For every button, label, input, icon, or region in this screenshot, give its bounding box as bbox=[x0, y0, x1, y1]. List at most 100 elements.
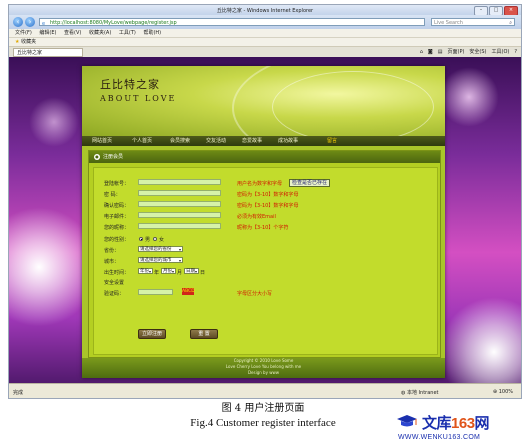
home-icon[interactable]: ⌂ bbox=[420, 49, 423, 56]
register-panel: ● 注册会员 登陆帐号： 用户名为数字和字母 检查是否已存在 密 码： 密码为【… bbox=[88, 150, 441, 358]
watermark-url: WWW.WENKU163.COM bbox=[398, 434, 481, 441]
graduation-cap-icon bbox=[397, 415, 417, 427]
nav-personal[interactable]: 个人首页 bbox=[132, 136, 152, 146]
tools-menu[interactable]: 工具(O) bbox=[492, 49, 510, 56]
reset-button[interactable]: 重 置 bbox=[190, 329, 218, 339]
menu-file[interactable]: 文件(F) bbox=[15, 29, 32, 37]
captcha-image[interactable]: ABCD bbox=[182, 288, 195, 295]
footer-design: Design by www bbox=[247, 370, 280, 375]
register-form: 登陆帐号： 用户名为数字和字母 检查是否已存在 密 码： 密码为【3-10】数字… bbox=[93, 167, 438, 355]
nav-member-search[interactable]: 会员搜索 bbox=[170, 136, 190, 146]
favorites-label: 收藏夹 bbox=[21, 39, 37, 45]
address-toolbar: ‹ › e http://localhost:8080/MyLove/webpa… bbox=[9, 15, 521, 29]
feed-icon[interactable]: ◙ bbox=[428, 49, 433, 56]
captcha-input[interactable] bbox=[138, 289, 173, 295]
gender-female-radio[interactable] bbox=[153, 237, 157, 241]
watermark-brand: 文库163网 bbox=[422, 412, 490, 433]
background-glow bbox=[439, 67, 499, 127]
email-label: 电子邮件： bbox=[104, 214, 130, 220]
search-box[interactable]: Live Search ⌕ bbox=[431, 18, 515, 26]
print-icon[interactable]: ▤ bbox=[438, 49, 443, 56]
province-select[interactable]: 请选择您的省份 ▾ bbox=[138, 246, 183, 252]
nav-activities[interactable]: 交友活动 bbox=[206, 136, 226, 146]
birth-year-select[interactable]: 年份 ▾ bbox=[138, 268, 153, 274]
globe-icon: ◍ bbox=[401, 390, 406, 396]
confirm-password-input[interactable] bbox=[138, 201, 221, 207]
help-icon[interactable]: ? bbox=[514, 49, 517, 56]
menu-edit[interactable]: 编辑(E) bbox=[39, 29, 56, 37]
gender-male-radio[interactable] bbox=[139, 237, 143, 241]
security-zone: ◍ 本地 Intranet bbox=[401, 389, 439, 396]
nickname-input[interactable] bbox=[138, 223, 221, 229]
menu-favorites[interactable]: 收藏夹(A) bbox=[89, 29, 111, 37]
address-bar[interactable]: e http://localhost:8080/MyLove/webpage/r… bbox=[39, 18, 425, 27]
browser-tab[interactable]: 丘比特之家 bbox=[13, 48, 83, 57]
menu-view[interactable]: 查看(V) bbox=[64, 29, 81, 37]
chevron-down-icon: ▾ bbox=[194, 269, 197, 274]
nav-guestbook[interactable]: 留言 bbox=[327, 136, 337, 146]
menu-help[interactable]: 帮助(H) bbox=[143, 29, 161, 37]
back-icon[interactable]: ‹ bbox=[13, 17, 23, 27]
email-input[interactable] bbox=[138, 212, 221, 218]
zoom-icon: ⊕ bbox=[492, 389, 498, 395]
security-section-label: 安全设置 bbox=[104, 280, 125, 286]
nav-home[interactable]: 网站首页 bbox=[92, 136, 112, 146]
site-title: 丘比特之家 bbox=[100, 78, 160, 91]
captcha-label: 验证码： bbox=[104, 291, 125, 297]
forward-icon[interactable]: › bbox=[25, 17, 35, 27]
birth-month-unit: 月 bbox=[177, 270, 183, 276]
password-input[interactable] bbox=[138, 190, 221, 196]
window-title: 丘比特之家 - Windows Internet Explorer bbox=[216, 8, 314, 14]
zoom-level: 100% bbox=[498, 389, 513, 395]
gender-male-label: 男 bbox=[145, 237, 151, 243]
safety-menu[interactable]: 安全(S) bbox=[469, 49, 486, 56]
site-header: 丘比特之家 ABOUT LOVE bbox=[82, 66, 445, 136]
site-footer: Copyright © 2010 Love Some Love Cherry L… bbox=[82, 358, 445, 378]
gender-female-label: 女 bbox=[159, 237, 165, 243]
chevron-down-icon: ▾ bbox=[171, 269, 174, 274]
birth-month-select[interactable]: 月份 ▾ bbox=[161, 268, 176, 274]
menu-tools[interactable]: 工具(T) bbox=[119, 29, 136, 37]
check-account-button[interactable]: 检查是否已存在 bbox=[289, 179, 331, 187]
birth-year-value: 年份 bbox=[140, 269, 149, 274]
background-glow bbox=[29, 97, 79, 147]
browser-window: 丘比特之家 - Windows Internet Explorer – □ × … bbox=[8, 4, 522, 399]
register-button[interactable]: 立即注册 bbox=[138, 329, 166, 339]
account-input[interactable] bbox=[138, 179, 221, 185]
city-label: 城市： bbox=[104, 259, 120, 265]
site-subtitle: ABOUT LOVE bbox=[100, 94, 177, 103]
province-label: 省份： bbox=[104, 248, 120, 254]
address-text: http://localhost:8080/MyLove/webpage/reg… bbox=[50, 20, 177, 26]
nav-success-stories[interactable]: 成功故事 bbox=[278, 136, 298, 146]
watermark-logo: 文库163网 WWW.WENKU163.COM bbox=[392, 412, 522, 446]
background-glow bbox=[439, 297, 521, 383]
watermark-brand-number: 163 bbox=[451, 415, 475, 432]
page-menu[interactable]: 页面(P) bbox=[448, 49, 465, 56]
search-icon[interactable]: ⌕ bbox=[509, 19, 512, 27]
header-swirl bbox=[272, 71, 434, 136]
chevron-down-icon: ▾ bbox=[178, 247, 181, 252]
star-icon: ★ bbox=[15, 39, 20, 45]
nav-love-stories[interactable]: 恋爱故事 bbox=[242, 136, 262, 146]
birthday-label: 出生时间： bbox=[104, 270, 130, 276]
tab-title: 丘比特之家 bbox=[17, 50, 43, 56]
birth-year-unit: 年 bbox=[154, 270, 160, 276]
panel-icon: ● bbox=[94, 154, 100, 160]
status-bar: 完成 ◍ 本地 Intranet ⊕ 100% bbox=[9, 383, 521, 398]
birth-day-select[interactable]: 日期 ▾ bbox=[184, 268, 199, 274]
watermark-brand-suffix: 网 bbox=[474, 415, 490, 432]
province-value: 请选择您的省份 bbox=[140, 247, 172, 252]
nickname-hint: 昵称为【3-10】个字符 bbox=[237, 225, 289, 231]
site-nav: 网站首页 个人首页 会员搜索 交友活动 恋爱故事 成功故事 留言 bbox=[82, 136, 445, 146]
city-select[interactable]: 请选择您的城市 ▾ bbox=[138, 257, 183, 263]
gender-label: 您的性别： bbox=[104, 237, 130, 243]
page-icon: e bbox=[42, 21, 46, 27]
security-zone-text: 本地 Intranet bbox=[406, 390, 439, 396]
chevron-down-icon: ▾ bbox=[148, 269, 151, 274]
confirm-password-hint: 密码为【3-10】数字和字母 bbox=[237, 203, 299, 209]
search-placeholder: Live Search bbox=[434, 20, 463, 26]
email-hint: 必须为有效Email bbox=[237, 214, 276, 220]
password-hint: 密码为【3-10】数字和字母 bbox=[237, 192, 299, 198]
watermark-brand-text: 文库 bbox=[422, 415, 452, 432]
zoom-control[interactable]: ⊕ 100% bbox=[493, 389, 513, 395]
